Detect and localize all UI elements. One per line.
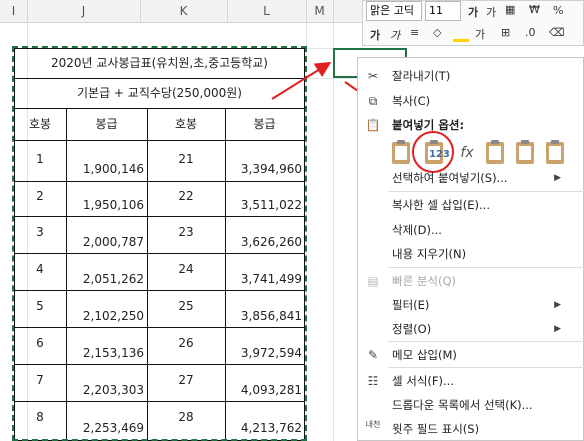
borders-icon[interactable]: ⊞ (501, 26, 510, 39)
menu-filter-label: 필터(E) (392, 298, 430, 312)
menu-copy-label: 복사(C) (392, 94, 431, 108)
menu-cut[interactable]: ✂ 잘라내기(T) (358, 64, 584, 88)
menu-pick-from-list[interactable]: 드롭다운 목록에서 선택(K)... (358, 393, 584, 417)
font-name-box[interactable]: 맑은 고딕 (366, 1, 422, 21)
menu-paste-special[interactable]: 선택하여 붙여넣기(S)... ▶ (358, 166, 584, 190)
align-icon[interactable]: ≡ (410, 26, 419, 39)
paste-icon: 📋 (365, 118, 381, 132)
paste-formulas-icon[interactable]: fx (454, 139, 480, 167)
menu-insert-comment[interactable]: ✎ 메모 삽입(M) (358, 343, 584, 367)
menu-paste-options: 📋 붙여넣기 옵션: (358, 113, 584, 137)
mini-toolbar: 맑은 고딕 11 가 가 ▦ ₩ % 가 가 ≡ ◇ 가 ⊞ .0 ⌫ (362, 0, 584, 46)
menu-delete[interactable]: 삭제(D)... (358, 218, 584, 242)
decimal-icon[interactable]: .0 (525, 26, 536, 39)
phonetic-icon: 내천 (365, 420, 381, 429)
menu-phonetic-field[interactable]: 내천 윗주 필드 표시(S) (358, 417, 584, 441)
menu-pick-from-list-label: 드롭다운 목록에서 선택(K)... (392, 398, 533, 412)
menu-copy[interactable]: ⧉ 복사(C) (358, 89, 584, 113)
bold-icon[interactable]: 가 (370, 27, 380, 43)
fill-color-bar-icon (453, 39, 469, 42)
menu-paste-special-label: 선택하여 붙여넣기(S)... (392, 171, 508, 185)
percent-icon[interactable]: % (553, 4, 563, 17)
menu-format-cells[interactable]: ☷ 셀 서식(F)... (358, 369, 584, 393)
fill-color-icon[interactable]: ◇ (433, 26, 441, 39)
quick-analysis-icon: ▤ (367, 274, 379, 288)
paste-transpose-icon[interactable] (482, 139, 508, 167)
menu-format-cells-label: 셀 서식(F)... (392, 374, 454, 388)
menu-clear-label: 내용 지우기(N) (392, 247, 467, 261)
menu-filter[interactable]: 필터(E) ▶ (358, 293, 584, 317)
menu-quick-analysis-label: 빠른 분석(Q) (392, 274, 456, 288)
italic-icon[interactable]: 가 (390, 27, 400, 43)
comment-icon: ✎ (367, 348, 379, 362)
submenu-arrow-icon: ▶ (554, 173, 561, 183)
format-cells-icon: ☷ (367, 374, 379, 388)
menu-insert-copied[interactable]: 복사한 셀 삽입(E)... (358, 193, 584, 217)
menu-sort-label: 정렬(O) (392, 322, 432, 336)
submenu-arrow-icon: ▶ (554, 324, 561, 334)
menu-delete-label: 삭제(D)... (392, 223, 442, 237)
decrease-font-icon[interactable]: 가 (486, 4, 496, 20)
font-size-box[interactable]: 11 (425, 1, 461, 21)
menu-quick-analysis[interactable]: ▤ 빠른 분석(Q) (358, 269, 584, 293)
menu-phonetic-label: 윗주 필드 표시(S) (392, 422, 480, 436)
scissors-icon: ✂ (367, 69, 379, 83)
paste-link-icon[interactable] (542, 139, 568, 167)
submenu-arrow-icon: ▶ (554, 300, 561, 310)
font-color-icon[interactable]: 가 (475, 26, 485, 42)
menu-cut-label: 잘라내기(T) (392, 69, 451, 83)
menu-insert-copied-label: 복사한 셀 삽입(E)... (392, 198, 490, 212)
paste-formatting-icon[interactable] (512, 139, 538, 167)
menu-sort[interactable]: 정렬(O) ▶ (358, 317, 584, 341)
eraser-icon[interactable]: ⌫ (549, 26, 565, 39)
arrow-to-cell (271, 61, 332, 100)
format-painter-icon[interactable]: ▦ (505, 3, 515, 16)
currency-icon[interactable]: ₩ (529, 3, 540, 16)
menu-insert-comment-label: 메모 삽입(M) (392, 348, 457, 362)
increase-font-icon[interactable]: 가 (468, 4, 478, 20)
menu-clear-contents[interactable]: 내용 지우기(N) (358, 242, 584, 266)
copy-icon: ⧉ (368, 94, 378, 108)
context-menu: ✂ 잘라내기(T) ⧉ 복사(C) 📋 붙여넣기 옵션: 123 fx 선택하여… (357, 57, 584, 441)
